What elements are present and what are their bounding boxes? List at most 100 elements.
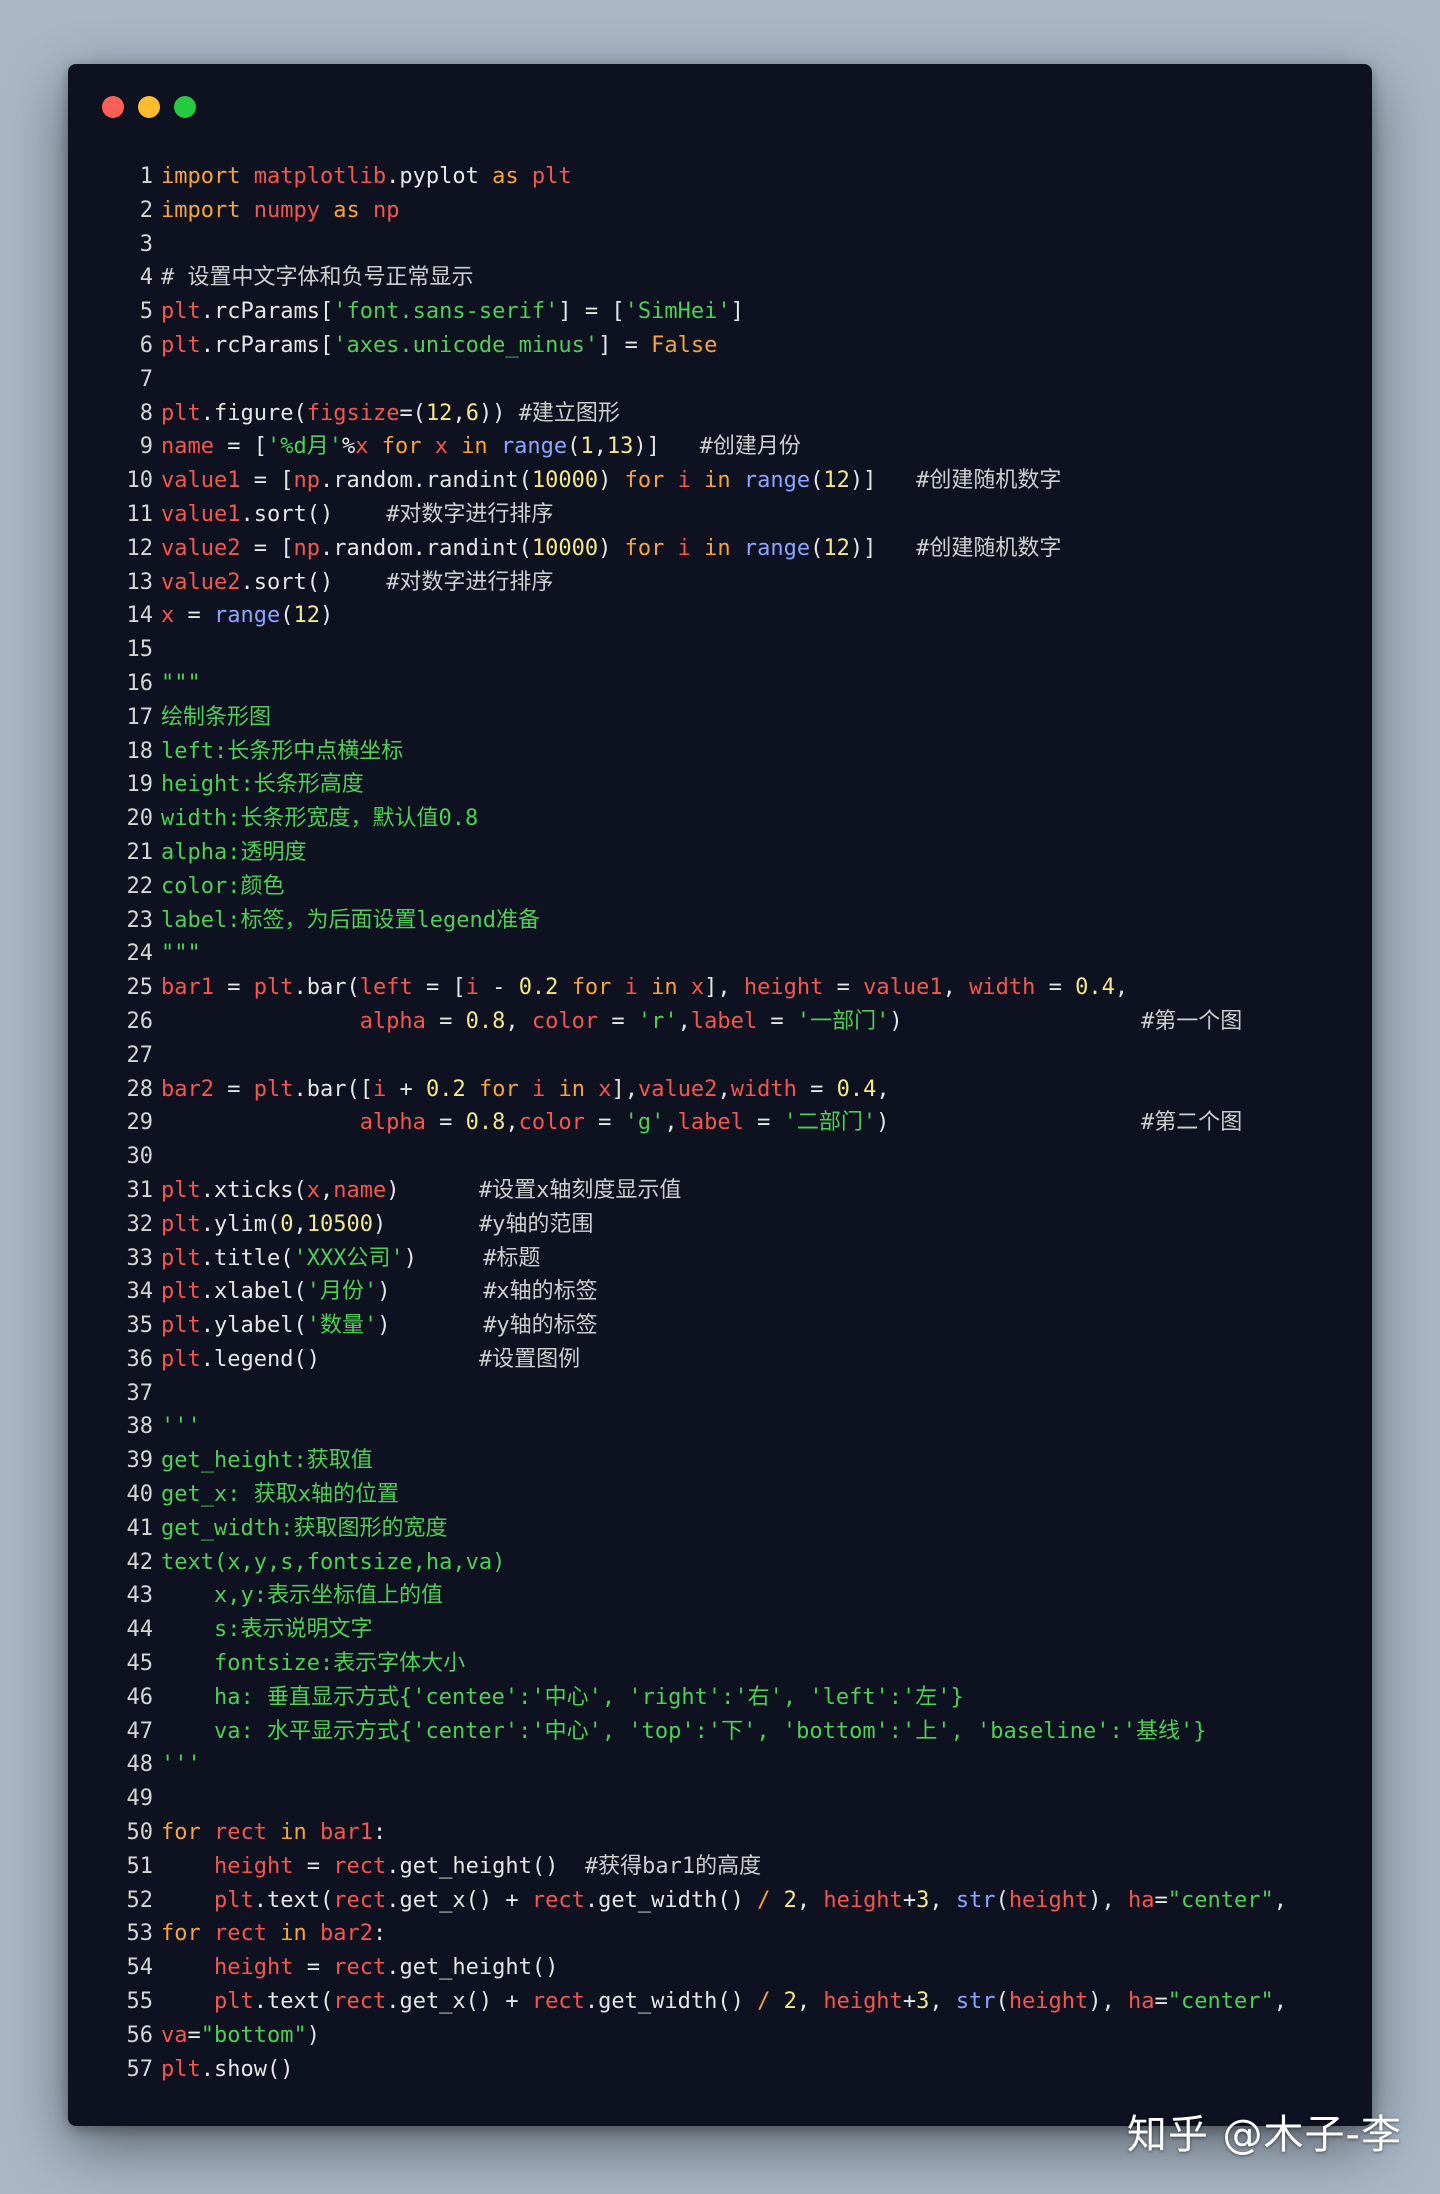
line-number: 11: [126, 501, 154, 527]
code-line: 24 """: [112, 937, 1362, 971]
builtin-token: range: [743, 535, 811, 561]
string-token: '月份': [306, 1279, 378, 1305]
code-text: ''': [161, 1410, 201, 1444]
code-text: get_width:获取图形的宽度: [161, 1512, 447, 1546]
code-text: value1.sort() #对数字进行排序: [161, 498, 553, 532]
plain-token: =: [584, 1110, 625, 1136]
number-token: 3: [916, 1989, 930, 2015]
string-token: '%d月': [266, 434, 342, 460]
plain-token: (: [280, 603, 294, 629]
maximize-dot-icon[interactable]: [174, 96, 196, 118]
keyword-token: for: [624, 468, 678, 494]
comment-token: #创建随机数字: [916, 535, 1062, 561]
identifier-token: x: [598, 1076, 612, 1102]
plain-token: ,: [505, 1008, 532, 1034]
string-token: get_width:获取图形的宽度: [161, 1515, 448, 1541]
string-token: va: 水平显示方式{'center':'中心', 'top':'下', 'bo…: [161, 1718, 1207, 1744]
identifier-token: numpy: [253, 197, 334, 223]
code-line: 9 name = ['%d月'%x for x in range(1,13)] #…: [112, 430, 1362, 464]
code-line: 14 x = range(12): [112, 599, 1362, 633]
identifier-token: color: [531, 1008, 599, 1034]
plain-token: (: [810, 468, 824, 494]
code-text: plt.rcParams['font.sans-serif'] = ['SimH…: [161, 295, 744, 329]
code-line: 38 ''': [112, 1410, 1362, 1444]
code-window: 1 import matplotlib.pyplot as plt 2 import …: [68, 64, 1372, 2126]
code-line: 36 plt.legend() #设置图例: [112, 1343, 1362, 1377]
plain-token: .text(: [253, 1887, 334, 1913]
close-dot-icon[interactable]: [102, 96, 124, 118]
code-line: 46 ha: 垂直显示方式{'centee':'中心', 'right':'右'…: [112, 1681, 1362, 1715]
plain-token: .get_x() +: [386, 1887, 532, 1913]
plain-token: ): [598, 535, 625, 561]
plain-token: .get_height(): [386, 1853, 585, 1879]
identifier-token: i: [624, 975, 652, 1001]
code-line: 47 va: 水平显示方式{'center':'中心', 'top':'下', …: [112, 1715, 1362, 1749]
code-text: va: 水平显示方式{'center':'中心', 'top':'下', 'bo…: [161, 1715, 1207, 1749]
string-token: ha: 垂直显示方式{'centee':'中心', 'right':'右', '…: [161, 1684, 964, 1710]
plain-token: ],: [611, 1076, 638, 1102]
keyword-token: in: [704, 535, 744, 561]
plain-token: .xlabel(: [200, 1279, 307, 1305]
builtin-token: str: [955, 1887, 996, 1913]
code-line: 33 plt.title('XXX公司') #标题: [112, 1242, 1362, 1276]
plain-token: ,: [505, 1110, 519, 1136]
code-line: 7: [112, 363, 1362, 397]
code-text: color:颜色: [161, 870, 284, 904]
identifier-token: plt: [253, 1076, 294, 1102]
string-token: """: [161, 941, 201, 967]
plain-token: .legend(): [200, 1346, 479, 1372]
builtin-token: str: [955, 1989, 996, 2015]
string-token: 'r': [637, 1008, 678, 1034]
code-text: """: [161, 667, 201, 701]
code-text: bar2 = plt.bar([i + 0.2 for i in x],valu…: [161, 1073, 890, 1107]
code-line: 54 height = rect.get_height(): [112, 1951, 1362, 1985]
identifier-token: bar2: [161, 1076, 214, 1102]
code-line: 17 绘制条形图: [112, 701, 1362, 735]
plain-token: ] = [: [558, 299, 625, 325]
plain-token: .random.randint(: [319, 468, 532, 494]
plain-token: =: [425, 1008, 466, 1034]
plain-token: ,: [677, 1008, 691, 1034]
plain-token: ,: [293, 1211, 307, 1237]
plain-token: ,: [1273, 1989, 1288, 2015]
code-line: 31 plt.xticks(x,name) #设置x轴刻度显示值: [112, 1174, 1362, 1208]
code-text: alpha = 0.8,color = 'g',label = '二部门') #…: [161, 1106, 1243, 1140]
line-number: 19: [126, 772, 154, 798]
plain-token: .get_height(): [386, 1955, 559, 1981]
code-text: text(x,y,s,fontsize,ha,va): [161, 1546, 505, 1580]
identifier-token: i: [372, 1076, 387, 1102]
plain-token: .sort(): [240, 569, 387, 595]
code-text: name = ['%d月'%x for x in range(1,13)] #创…: [161, 430, 801, 464]
identifier-token: i: [677, 535, 705, 561]
plain-token: ,: [593, 434, 607, 460]
identifier-token: x: [434, 434, 462, 460]
line-number: 7: [139, 366, 153, 392]
number-token: 12: [823, 468, 850, 494]
code-text: plt.title('XXX公司') #标题: [161, 1242, 540, 1276]
plain-token: ,: [876, 1076, 890, 1102]
line-number: 51: [126, 1853, 154, 1879]
plain-token: =: [213, 975, 254, 1001]
code-text: value2.sort() #对数字进行排序: [161, 566, 553, 600]
comment-token: #获得bar1的高度: [584, 1853, 762, 1879]
identifier-token: matplotlib: [253, 164, 387, 189]
plain-token: .ylabel(: [200, 1313, 307, 1339]
identifier-token: bar1: [161, 975, 214, 1001]
code-text: # 设置中文字体和负号正常显示: [161, 261, 474, 295]
minimize-dot-icon[interactable]: [138, 96, 160, 118]
plain-token: ): [889, 1008, 1142, 1034]
identifier-token: width: [730, 1076, 797, 1102]
code-line: 39 get_height:获取值: [112, 1444, 1362, 1478]
code-line: 1 import matplotlib.pyplot as plt: [112, 160, 1362, 194]
number-token: 10500: [306, 1211, 373, 1237]
code-line: 42 text(x,y,s,fontsize,ha,va): [112, 1546, 1362, 1580]
code-text: plt.ylim(0,10500) #y轴的范围: [161, 1208, 593, 1242]
identifier-token: left: [359, 975, 413, 1001]
line-number: 45: [126, 1651, 154, 1677]
line-number: 16: [126, 670, 154, 696]
string-token: 绘制条形图: [161, 704, 272, 730]
comment-token: #创建月份: [699, 434, 801, 460]
